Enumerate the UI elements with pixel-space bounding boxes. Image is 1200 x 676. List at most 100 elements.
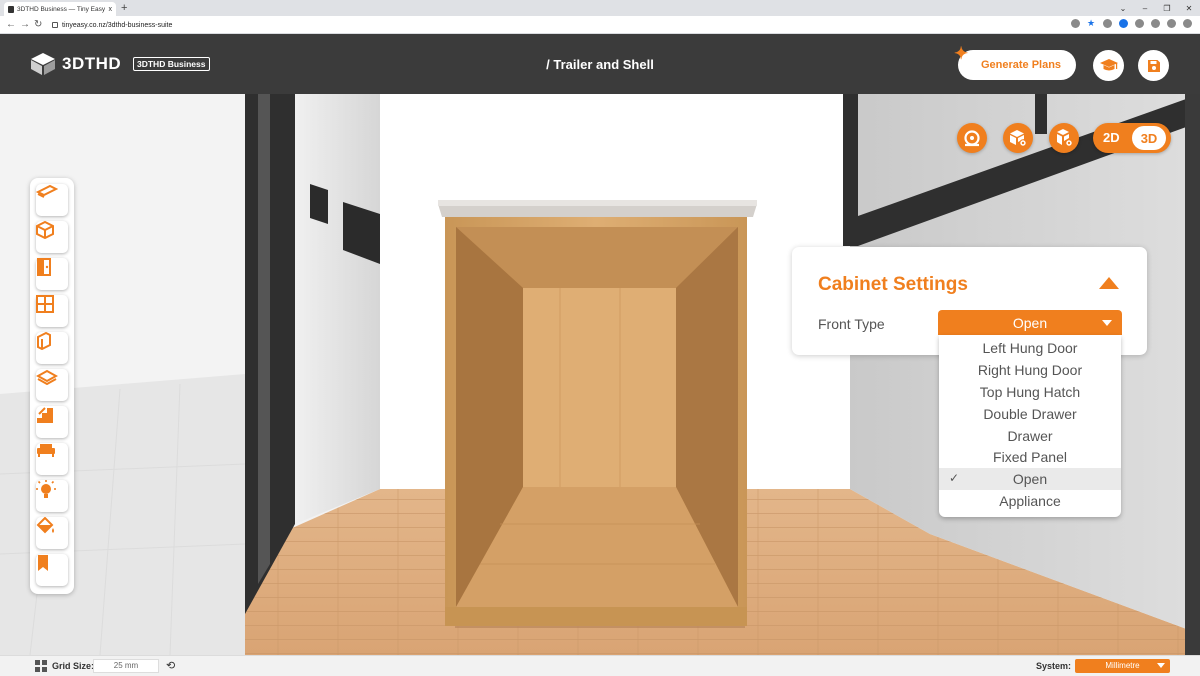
settings-title: Cabinet Settings — [818, 274, 968, 295]
browser-tab[interactable]: 3DTHD Business — Tiny Easy - T x — [4, 2, 116, 16]
bookmark-star-icon[interactable]: ★ — [1087, 19, 1096, 28]
tape-measure-icon — [964, 130, 980, 147]
hide-roof-icon — [1057, 129, 1073, 147]
option-label: Left Hung Door — [982, 339, 1078, 356]
box-tool-icon — [36, 221, 54, 239]
url-text: tinyeasy.co.nz/3dthd-business-suite — [62, 21, 173, 29]
grid-size-input[interactable]: 25 mm — [93, 659, 159, 673]
mode-3d-option[interactable]: 3D — [1132, 126, 1166, 150]
floor-tool-icon — [36, 184, 58, 198]
tool-paint[interactable] — [36, 517, 68, 549]
tool-stairs[interactable] — [36, 406, 68, 438]
front-type-label: Front Type — [818, 316, 885, 332]
mode-2d-option[interactable]: 2D — [1103, 130, 1120, 145]
option-fixed-panel[interactable]: Fixed Panel — [939, 446, 1121, 468]
window-controls: ⌄ – ❐ ✕ — [1112, 0, 1200, 16]
restore-icon[interactable]: ❐ — [1156, 0, 1178, 16]
option-open[interactable]: ✓ Open — [939, 468, 1121, 491]
view-mode-toggle[interactable]: 2D 3D — [1093, 123, 1171, 153]
front-type-value: Open — [1012, 314, 1048, 331]
graduation-cap-icon — [1099, 58, 1118, 70]
reset-grid-icon[interactable]: ⟲ — [166, 659, 175, 672]
tool-palette — [30, 178, 74, 594]
grid-size-label: Grid Size: — [52, 661, 95, 671]
option-left-hung-door[interactable]: Left Hung Door — [939, 337, 1121, 359]
measure-button[interactable] — [957, 123, 987, 153]
extension-icon[interactable] — [1119, 19, 1128, 28]
forward-icon[interactable]: → — [20, 18, 30, 32]
status-bar: Grid Size: 25 mm ⟲ System: Millimetre — [0, 655, 1200, 676]
tab-title: 3DTHD Business — Tiny Easy - T — [17, 5, 106, 13]
tool-ceiling[interactable] — [36, 369, 68, 401]
close-window-icon[interactable]: ✕ — [1178, 0, 1200, 16]
tool-bookmark[interactable] — [36, 554, 68, 586]
profile-icon[interactable] — [1167, 19, 1176, 28]
tool-door[interactable] — [36, 258, 68, 290]
option-label: Fixed Panel — [993, 449, 1067, 466]
option-drawer[interactable]: Drawer — [939, 425, 1121, 447]
browser-tab-strip: 3DTHD Business — Tiny Easy - T x + ⌄ – ❐… — [0, 0, 1200, 16]
menu-icon[interactable] — [1183, 19, 1192, 28]
tutorial-button[interactable] — [1093, 50, 1124, 81]
front-type-select[interactable]: Open — [938, 310, 1122, 335]
share-icon[interactable] — [1071, 19, 1080, 28]
door-tool-icon — [37, 258, 51, 276]
tool-floor[interactable] — [36, 184, 68, 216]
grid-icon — [35, 660, 47, 672]
tab-close-icon[interactable]: x — [109, 6, 113, 13]
lighting-tool-icon — [36, 480, 56, 498]
furniture-tool-icon — [37, 444, 55, 457]
wall-panel-tool-icon — [37, 332, 51, 350]
generate-plans-label: Generate Plans — [980, 59, 1062, 71]
option-right-hung-door[interactable]: Right Hung Door — [939, 359, 1121, 381]
reload-icon[interactable]: ↻ — [34, 18, 42, 32]
option-appliance[interactable]: Appliance — [939, 490, 1121, 512]
tool-window[interactable] — [36, 295, 68, 327]
measurement-system-select[interactable]: Millimetre — [1075, 659, 1170, 673]
generate-plans-button[interactable]: ✦ Generate Plans — [954, 44, 1076, 80]
save-button[interactable] — [1138, 50, 1169, 81]
new-tab-button[interactable]: + — [121, 2, 127, 14]
option-top-hung-hatch[interactable]: Top Hung Hatch — [939, 381, 1121, 403]
tab-search-icon[interactable]: ⌄ — [1112, 0, 1134, 16]
back-icon[interactable]: ← — [6, 18, 16, 32]
tool-lighting[interactable] — [36, 480, 68, 512]
bookmark-tool-icon — [38, 555, 48, 571]
option-label: Drawer — [1007, 427, 1053, 444]
hide-walls-icon — [1010, 130, 1027, 147]
window-tool-icon — [36, 295, 54, 313]
tool-wall-panel[interactable] — [36, 332, 68, 364]
sparkle-icon: ✦ — [954, 44, 969, 63]
option-label: Double Drawer — [983, 405, 1077, 422]
option-label: Top Hung Hatch — [979, 383, 1081, 400]
collapse-caret-icon[interactable] — [1099, 277, 1119, 289]
option-label: Appliance — [999, 493, 1061, 510]
tab-favicon-icon — [8, 5, 14, 13]
camera-icon[interactable] — [1103, 19, 1112, 28]
minimize-icon[interactable]: – — [1134, 0, 1156, 16]
app-header: 3DTHD 3DTHD Business / Trailer and Shell… — [0, 34, 1200, 94]
option-label: Open — [1012, 471, 1048, 488]
toggle-roof-button[interactable] — [1049, 123, 1079, 153]
system-label: System: — [1036, 661, 1072, 671]
paint-tool-icon — [36, 517, 54, 534]
toggle-walls-button[interactable] — [1003, 123, 1033, 153]
dropdown-caret-icon — [1102, 320, 1112, 326]
front-type-dropdown: Left Hung Door Right Hung Door Top Hung … — [939, 335, 1121, 517]
puzzle-icon[interactable] — [1151, 19, 1160, 28]
option-double-drawer[interactable]: Double Drawer — [939, 403, 1121, 425]
system-caret-icon — [1157, 663, 1165, 668]
ceiling-tool-icon — [36, 369, 58, 385]
tool-box[interactable] — [36, 221, 68, 253]
browser-toolbar: ← → ↻ tinyeasy.co.nz/3dthd-business-suit… — [0, 16, 1200, 34]
option-label: Right Hung Door — [977, 361, 1083, 378]
system-value: Millimetre — [1105, 661, 1140, 670]
extension-icons: ★ — [1071, 19, 1192, 28]
eyedropper-icon[interactable] — [1135, 19, 1144, 28]
save-icon — [1147, 59, 1160, 72]
tool-furniture[interactable] — [36, 443, 68, 475]
stairs-tool-icon — [37, 407, 53, 423]
address-bar[interactable]: tinyeasy.co.nz/3dthd-business-suite — [52, 18, 1052, 32]
lock-icon — [52, 22, 58, 28]
check-icon: ✓ — [949, 471, 960, 486]
